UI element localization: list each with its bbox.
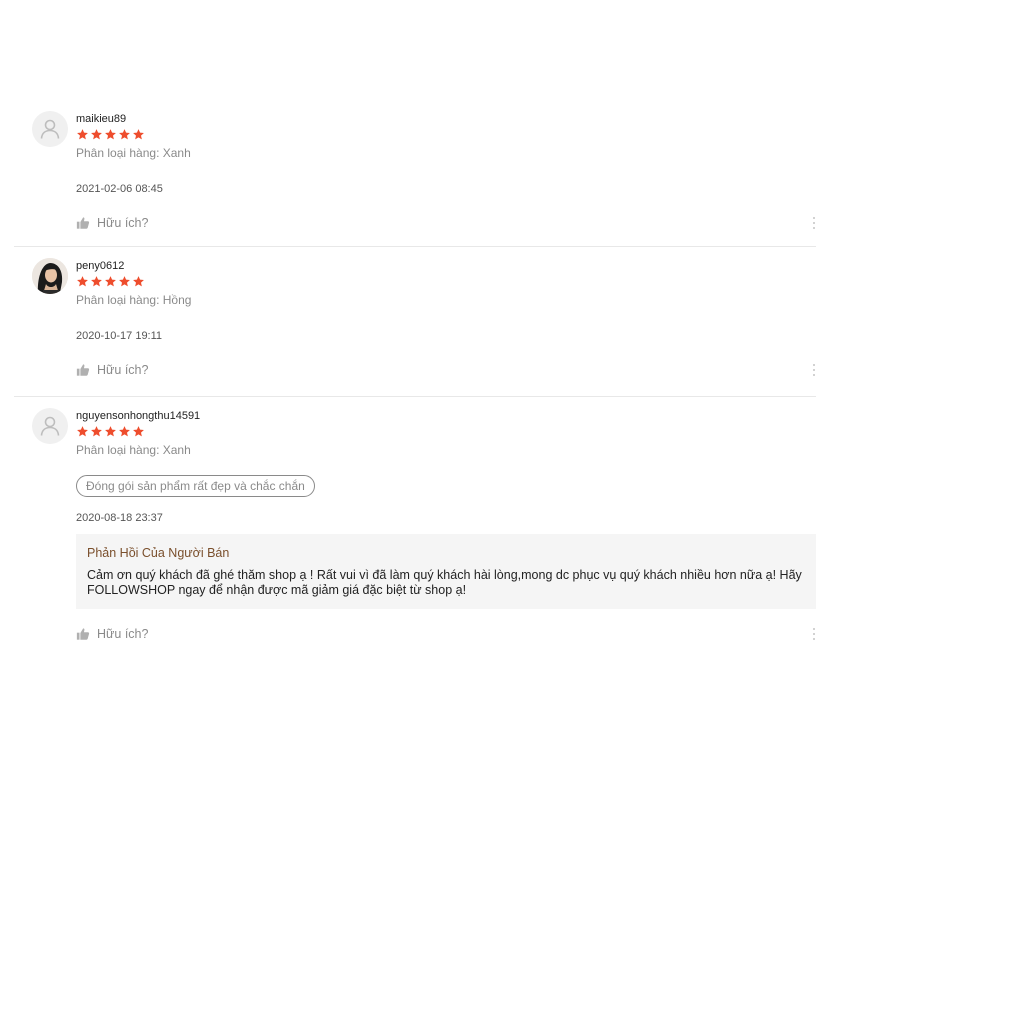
- default-user-icon: [40, 416, 60, 436]
- avatar[interactable]: [32, 408, 68, 444]
- review-actions: Hữu ích?: [76, 623, 816, 645]
- seller-reply-title: Phản Hồi Của Người Bán: [87, 546, 230, 560]
- star-icon: [77, 129, 88, 140]
- star-icon: [105, 129, 116, 140]
- review-list: maikieu89 Phân loại hàng: Xanh 2021-02-0…: [14, 100, 816, 658]
- review-username[interactable]: nguyensonhongthu14591: [76, 409, 816, 423]
- helpful-button[interactable]: Hữu ích?: [97, 363, 148, 377]
- star-icon: [91, 276, 102, 287]
- default-user-icon: [40, 119, 60, 139]
- star-icon: [91, 129, 102, 140]
- review-item: maikieu89 Phân loại hàng: Xanh 2021-02-0…: [14, 100, 816, 247]
- star-icon: [119, 129, 130, 140]
- user-photo-avatar: [32, 258, 68, 294]
- review-timestamp: 2020-10-17 19:11: [76, 330, 163, 342]
- star-icon: [133, 426, 144, 437]
- thumbs-up-icon[interactable]: [76, 216, 90, 230]
- star-icon: [119, 426, 130, 437]
- star-rating: [76, 425, 816, 441]
- star-icon: [119, 276, 130, 287]
- seller-reply-text: Cảm ơn quý khách đã ghé thăm shop ạ ! Rấ…: [87, 568, 802, 597]
- product-variation: Phân loại hàng: Xanh: [76, 443, 191, 457]
- avatar[interactable]: [32, 258, 68, 294]
- star-icon: [105, 426, 116, 437]
- helpful-button[interactable]: Hữu ích?: [97, 216, 148, 230]
- star-icon: [105, 276, 116, 287]
- more-options-icon[interactable]: [812, 363, 816, 377]
- review-item: peny0612 Phân loại hàng: Hồng 2020-10-17…: [14, 247, 816, 397]
- more-options-icon[interactable]: [812, 216, 816, 230]
- review-username[interactable]: maikieu89: [76, 112, 816, 126]
- star-rating: [76, 275, 816, 291]
- review-actions: Hữu ích?: [76, 212, 816, 234]
- review-tag: Đóng gói sản phẩm rất đẹp và chắc chắn: [76, 475, 315, 497]
- review-timestamp: 2020-08-18 23:37: [76, 512, 163, 524]
- star-icon: [133, 129, 144, 140]
- product-variation: Phân loại hàng: Xanh: [76, 146, 191, 160]
- helpful-button[interactable]: Hữu ích?: [97, 627, 148, 641]
- thumbs-up-icon[interactable]: [76, 627, 90, 641]
- review-username[interactable]: peny0612: [76, 259, 816, 273]
- more-options-icon[interactable]: [812, 627, 816, 641]
- review-timestamp: 2021-02-06 08:45: [76, 183, 163, 195]
- star-icon: [91, 426, 102, 437]
- star-icon: [133, 276, 144, 287]
- star-icon: [77, 426, 88, 437]
- product-variation: Phân loại hàng: Hồng: [76, 293, 192, 307]
- review-actions: Hữu ích?: [76, 359, 816, 381]
- star-icon: [77, 276, 88, 287]
- avatar[interactable]: [32, 111, 68, 147]
- review-item: nguyensonhongthu14591 Phân loại hàng: Xa…: [14, 397, 816, 645]
- seller-reply: Phản Hồi Của Người Bán Cảm ơn quý khách …: [76, 534, 816, 609]
- star-rating: [76, 128, 816, 144]
- thumbs-up-icon[interactable]: [76, 363, 90, 377]
